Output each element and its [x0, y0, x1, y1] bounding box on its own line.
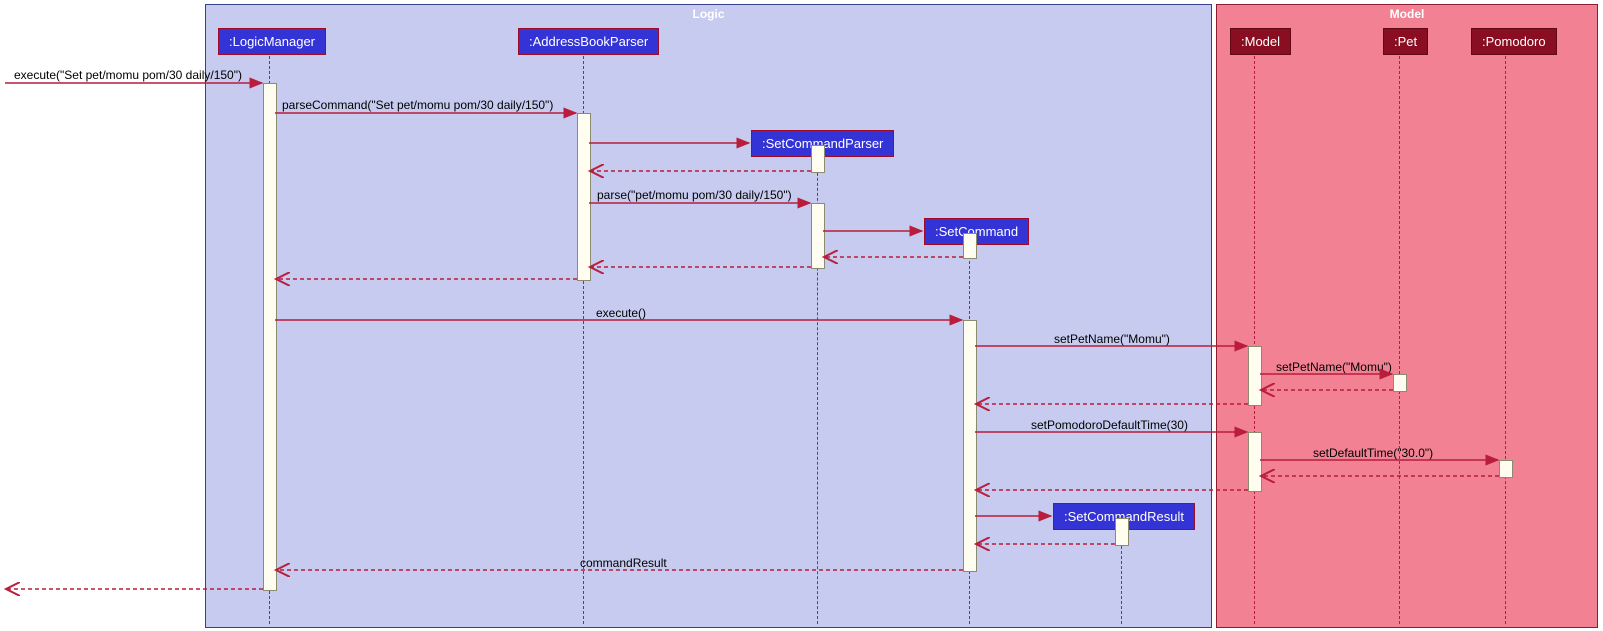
msg-execute-in: execute("Set pet/momu pom/30 daily/150") [14, 68, 242, 82]
msg-setpetname-2: setPetName("Momu") [1276, 360, 1392, 374]
lifeline-pet [1399, 56, 1400, 624]
msg-setdeftime: setDefaultTime("30.0") [1313, 446, 1433, 460]
lifeline-pomodoro [1505, 56, 1506, 624]
participant-logicmanager: :LogicManager [218, 28, 326, 55]
activation-setcommandparser-2 [811, 203, 825, 269]
activation-setcommand-1 [963, 233, 977, 259]
activation-model-2 [1248, 432, 1262, 492]
activation-pet [1393, 374, 1407, 392]
msg-setpetname-1: setPetName("Momu") [1054, 332, 1170, 346]
sequence-diagram: Logic Model :LogicManager :AddressBookPa… [0, 0, 1603, 631]
frame-model: Model [1216, 4, 1598, 628]
activation-logicmanager [263, 83, 277, 591]
participant-addressbookparser: :AddressBookParser [518, 28, 659, 55]
participant-pet: :Pet [1383, 28, 1428, 55]
msg-execute: execute() [596, 306, 646, 320]
activation-addressbookparser [577, 113, 591, 281]
msg-commandresult: commandResult [580, 556, 667, 570]
participant-model: :Model [1230, 28, 1291, 55]
activation-model-1 [1248, 346, 1262, 406]
frame-model-label: Model [1390, 7, 1425, 21]
activation-setcommandresult [1115, 518, 1129, 546]
msg-parse: parse("pet/momu pom/30 daily/150") [597, 188, 792, 202]
frame-logic-label: Logic [693, 7, 725, 21]
activation-pomodoro [1499, 460, 1513, 478]
participant-pomodoro: :Pomodoro [1471, 28, 1557, 55]
msg-setpomdef: setPomodoroDefaultTime(30) [1031, 418, 1188, 432]
msg-parsecommand: parseCommand("Set pet/momu pom/30 daily/… [282, 98, 553, 112]
activation-setcommand-2 [963, 320, 977, 572]
activation-setcommandparser-1 [811, 145, 825, 173]
lifeline-model [1254, 56, 1255, 624]
